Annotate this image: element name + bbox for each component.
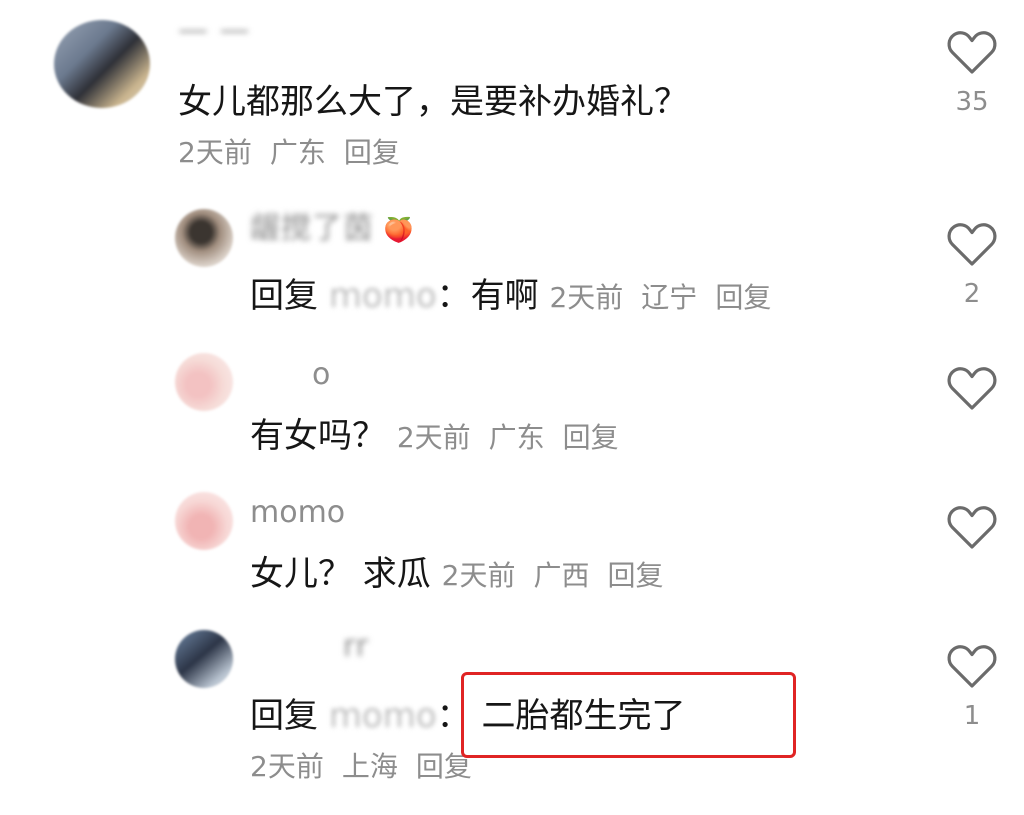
comment-location: 广东: [488, 421, 545, 454]
username[interactable]: — —: [178, 14, 251, 48]
comment-meta: 2天前 广东 回复: [178, 136, 418, 170]
heart-outline-icon: [947, 367, 997, 410]
username[interactable]: 龌搅了茵: [250, 211, 374, 246]
reply-button[interactable]: 回复: [715, 281, 771, 314]
mention-username[interactable]: momo: [329, 696, 437, 736]
comment-text-row: 有女吗？ 2天前 广东 回复: [250, 416, 637, 458]
avatar[interactable]: [175, 630, 233, 688]
username[interactable]: momo: [250, 496, 345, 530]
like-count: 1: [963, 701, 981, 731]
username[interactable]: o: [312, 357, 330, 392]
avatar[interactable]: [175, 209, 233, 267]
comment-text: 有啊: [470, 276, 539, 316]
avatar[interactable]: [54, 20, 150, 108]
username-row: 龌搅了茵 🍑: [250, 212, 413, 247]
like-button[interactable]: 1: [938, 642, 1006, 732]
comment-text: 女儿都那么大了，是要补办婚礼？: [178, 82, 688, 122]
comment-location: 广东: [269, 136, 326, 169]
comment-text-row: 回复 momo：有啊 2天前 辽宁 回复: [250, 276, 789, 318]
username-row: o: [250, 358, 330, 392]
comment-time: 2天前: [549, 281, 624, 314]
heart-outline-icon: [947, 31, 997, 74]
comment-meta: 2天前 广东 回复: [397, 421, 637, 454]
comment-time: 2天前: [250, 750, 324, 783]
reply-button[interactable]: 回复: [344, 136, 400, 169]
comment-location: 广西: [533, 559, 590, 592]
comment-time: 2天前: [178, 136, 252, 169]
highlight-annotation-box: [461, 672, 796, 758]
comment-meta: 2天前 辽宁 回复: [549, 281, 789, 314]
comment-location: 上海: [341, 750, 398, 783]
reply-prefix: 回复: [250, 276, 318, 316]
comment-meta: 2天前 上海 回复: [250, 750, 490, 784]
comment-text: 有女吗？: [250, 416, 386, 456]
comment-location: 辽宁: [641, 281, 698, 314]
like-count: 35: [955, 87, 989, 117]
comment-time: 2天前: [441, 559, 516, 592]
heart-outline-icon: [947, 645, 997, 688]
like-button[interactable]: 2: [938, 220, 1006, 310]
mention-colon: ：: [436, 276, 471, 316]
comment-text: 女儿？ 求瓜: [250, 554, 431, 594]
heart-outline-icon: [947, 506, 997, 549]
mention-username[interactable]: momo: [329, 276, 437, 316]
comment-meta: 2天前 广西 回复: [442, 559, 682, 592]
like-button[interactable]: [938, 503, 1006, 551]
comment-time: 2天前: [396, 421, 471, 454]
avatar[interactable]: [175, 492, 233, 550]
avatar[interactable]: [175, 353, 233, 411]
reply-button[interactable]: 回复: [607, 559, 663, 592]
like-button[interactable]: 35: [938, 28, 1006, 118]
peach-badge-icon: 🍑: [383, 216, 414, 244]
reply-button[interactable]: 回复: [563, 421, 619, 454]
username-row: rr: [250, 630, 369, 664]
heart-outline-icon: [947, 223, 997, 266]
comment-text-row: 女儿？ 求瓜 2天前 广西 回复: [250, 554, 681, 596]
like-button[interactable]: [938, 364, 1006, 412]
reply-prefix: 回复: [250, 696, 318, 736]
username[interactable]: rr: [343, 629, 369, 664]
like-count: 2: [963, 279, 981, 309]
